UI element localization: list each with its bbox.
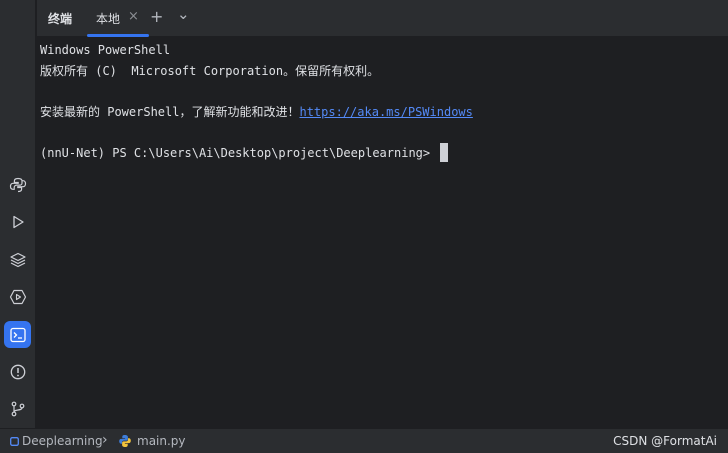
module-icon — [10, 436, 19, 446]
terminal-button[interactable] — [4, 321, 31, 348]
problems-icon — [10, 364, 25, 379]
problems-button[interactable] — [4, 358, 31, 385]
services-button[interactable] — [4, 283, 31, 310]
git-button[interactable] — [4, 395, 31, 422]
terminal-line: Windows PowerShell — [40, 43, 171, 57]
breadcrumb-file[interactable]: main.py — [118, 434, 186, 448]
services-icon — [9, 289, 26, 304]
breadcrumb-separator-icon: › — [102, 432, 108, 448]
terminal-prompt-line[interactable]: (nnU-Net) PS C:\Users\Ai\Desktop\project… — [40, 142, 728, 164]
run-button[interactable] — [4, 208, 31, 235]
tab-local-label: 本地 — [96, 12, 121, 26]
terminal-cursor — [440, 142, 449, 162]
layers-button[interactable] — [4, 246, 31, 273]
git-icon — [11, 401, 24, 416]
close-icon[interactable]: × — [128, 9, 139, 24]
python-file-icon — [119, 435, 131, 447]
add-tab-icon[interactable]: + — [150, 8, 163, 26]
breadcrumb-project[interactable]: Deeplearning — [10, 434, 103, 448]
powershell-link[interactable]: https://aka.ms/PSWindows — [299, 105, 472, 119]
terminal-icon — [9, 327, 26, 342]
terminal-output[interactable]: Windows PowerShell 版权所有 (C) Microsoft Co… — [37, 37, 728, 428]
python-console-button[interactable] — [4, 171, 31, 198]
terminal-line: 安装最新的 PowerShell，了解新功能和改进！https://aka.ms… — [40, 102, 728, 123]
breadcrumb-file-label: main.py — [137, 434, 186, 448]
terminal-tab-bar: 终端 本地 × + ⌄ — [37, 0, 728, 37]
run-icon — [12, 215, 24, 228]
terminal-prompt: (nnU-Net) PS C:\Users\Ai\Desktop\project… — [40, 145, 438, 160]
status-bar: Deeplearning › main.py CSDN @FormatAi — [0, 428, 728, 453]
terminal-line: 版权所有 (C) Microsoft Corporation。保留所有权利。 — [40, 63, 380, 78]
left-tool-strip — [0, 0, 36, 428]
watermark-text: CSDN @FormatAi — [613, 434, 717, 448]
tool-window-title: 终端 — [48, 12, 73, 26]
layers-icon — [9, 252, 26, 267]
terminal-text: 安装最新的 PowerShell，了解新功能和改进！ — [40, 104, 300, 119]
python-console-icon — [9, 177, 26, 192]
chevron-down-icon[interactable]: ⌄ — [177, 5, 190, 23]
breadcrumb-project-label: Deeplearning — [22, 434, 103, 448]
